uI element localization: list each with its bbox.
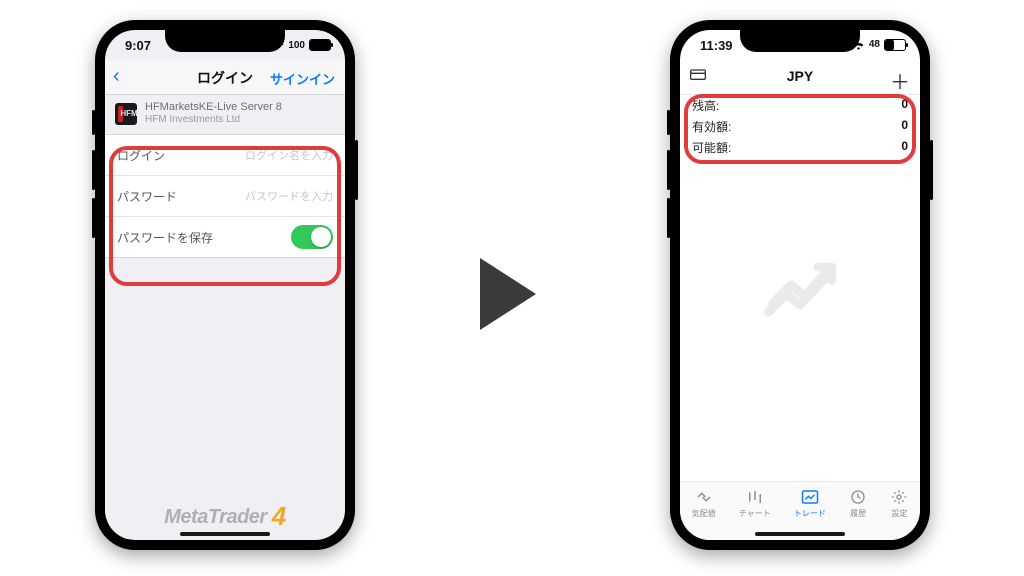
save-password-toggle[interactable] bbox=[291, 225, 333, 249]
metatrader-logo: MetaTrader 4 bbox=[105, 501, 345, 532]
nav-bar: ‹ ログイン サインイン bbox=[105, 60, 345, 95]
save-password-row: パスワードを保存 bbox=[105, 217, 345, 257]
notch bbox=[165, 30, 285, 52]
quotes-icon bbox=[695, 488, 713, 506]
currency-title: JPY bbox=[680, 68, 920, 84]
password-input[interactable]: パスワードを入力 bbox=[245, 188, 333, 204]
signin-button[interactable]: サインイン bbox=[270, 69, 335, 88]
equity-row: 有効額:0 bbox=[680, 116, 920, 137]
status-time: 11:39 bbox=[700, 38, 733, 53]
phone-login: 9:07 ✈︎ 100 ‹ ログイン サインイン HFM HFMarketsKE… bbox=[95, 20, 355, 550]
password-field-row[interactable]: パスワード パスワードを入力 bbox=[105, 176, 345, 217]
server-name: HFMarketsKE-Live Server 8 bbox=[145, 101, 282, 114]
home-indicator[interactable] bbox=[755, 532, 845, 536]
tab-trade[interactable]: トレード bbox=[794, 488, 826, 519]
tab-settings[interactable]: 設定 bbox=[890, 488, 908, 519]
balance-row: 残高:0 bbox=[680, 95, 920, 116]
screen-trade: 11:39 ▮▮▮▮ 48 JPY ＋ 残高:0 有効額:0 可能額:0 bbox=[680, 30, 920, 540]
nav-bar: JPY ＋ bbox=[680, 60, 920, 95]
broker-logo-icon: HFM bbox=[115, 103, 137, 125]
battery-icon bbox=[884, 39, 906, 51]
tab-quotes[interactable]: 気配値 bbox=[692, 488, 716, 519]
stage: 9:07 ✈︎ 100 ‹ ログイン サインイン HFM HFMarketsKE… bbox=[0, 0, 1024, 576]
broker-name: HFM Investments Ltd bbox=[145, 114, 282, 126]
battery-percent: 100 bbox=[288, 40, 305, 51]
tab-history[interactable]: 履歴 bbox=[849, 488, 867, 519]
battery-percent: 48 bbox=[869, 39, 880, 50]
battery-icon bbox=[309, 39, 331, 51]
tab-chart[interactable]: チャート bbox=[739, 488, 771, 519]
status-time: 9:07 bbox=[125, 38, 151, 53]
password-label: パスワード bbox=[117, 188, 177, 205]
server-row[interactable]: HFM HFMarketsKE-Live Server 8 HFM Invest… bbox=[105, 95, 345, 132]
screen-login: 9:07 ✈︎ 100 ‹ ログイン サインイン HFM HFMarketsKE… bbox=[105, 30, 345, 540]
login-form: ログイン ログイン名を入力 パスワード パスワードを入力 パスワードを保存 bbox=[105, 134, 345, 258]
freemargin-row: 可能額:0 bbox=[680, 137, 920, 158]
trade-icon bbox=[801, 488, 819, 506]
chart-icon bbox=[746, 488, 764, 506]
notch bbox=[740, 30, 860, 52]
login-input[interactable]: ログイン名を入力 bbox=[245, 147, 333, 163]
watermark-arrow-icon bbox=[755, 240, 845, 330]
home-indicator[interactable] bbox=[180, 532, 270, 536]
transition-arrow-icon bbox=[480, 258, 536, 330]
phone-trade: 11:39 ▮▮▮▮ 48 JPY ＋ 残高:0 有効額:0 可能額:0 bbox=[670, 20, 930, 550]
balance-section: 残高:0 有効額:0 可能額:0 bbox=[680, 95, 920, 158]
save-password-label: パスワードを保存 bbox=[117, 229, 213, 246]
login-label: ログイン bbox=[117, 147, 165, 164]
add-button[interactable]: ＋ bbox=[890, 66, 910, 95]
settings-icon bbox=[890, 488, 908, 506]
login-field-row[interactable]: ログイン ログイン名を入力 bbox=[105, 135, 345, 176]
history-icon bbox=[849, 488, 867, 506]
